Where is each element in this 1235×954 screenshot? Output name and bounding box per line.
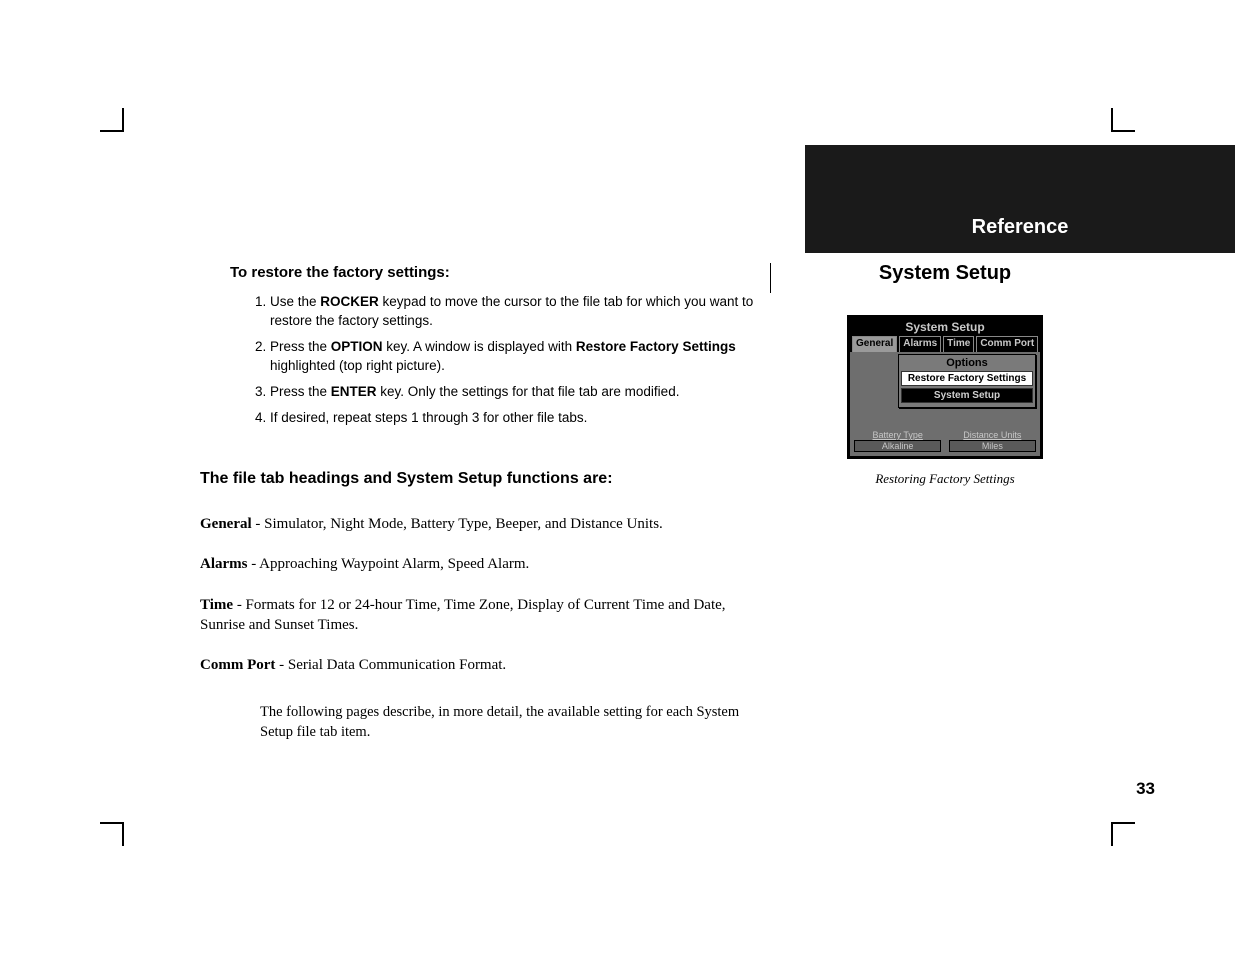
popup-title: Options [901,357,1033,369]
distance-units-label: Distance Units [949,430,1036,440]
restore-heading: To restore the factory settings: [230,263,760,283]
popup-item-restore: Restore Factory Settings [901,371,1033,386]
device-screenshot: System Setup General Alarms Time Comm Po… [847,315,1043,459]
battery-type-value: Alkaline [854,440,941,452]
page-number: 33 [1136,779,1155,799]
alarms-label: Alarms [200,556,248,572]
crop-mark-tl [100,120,124,144]
crop-mark-br [1111,810,1135,834]
restore-steps: Use the ROCKER keypad to move the cursor… [250,293,760,427]
reference-band: Reference [805,145,1235,253]
right-column: System Setup System Setup General Alarms… [815,257,1075,487]
device-tab-general: General [852,336,897,352]
rocker-key: ROCKER [320,294,379,309]
popup-item-setup: System Setup [901,388,1033,403]
step-2: Press the OPTION key. A window is displa… [270,338,760,376]
left-column: To restore the factory settings: Use the… [200,263,760,763]
option-key: OPTION [331,339,383,354]
device-title: System Setup [850,318,1040,336]
device-popup: Options Restore Factory Settings System … [898,354,1036,408]
general-label: General [200,516,252,532]
device-tab-time: Time [943,336,974,352]
restore-factory-bold: Restore Factory Settings [576,339,736,354]
alarms-para: Alarms - Approaching Waypoint Alarm, Spe… [200,554,760,574]
crop-mark-tr [1111,120,1135,144]
screenshot-caption: Restoring Factory Settings [815,471,1075,487]
device-body: Simulat On Beeper Key a Options Restore … [850,352,1040,430]
column-divider [770,263,771,293]
section-title: System Setup [815,262,1075,285]
enter-key: ENTER [331,384,377,399]
reference-label: Reference [972,216,1069,239]
step-4: If desired, repeat steps 1 through 3 for… [270,409,760,428]
time-label: Time [200,597,233,613]
tabs-heading: The file tab headings and System Setup f… [200,468,760,490]
general-para: General - Simulator, Night Mode, Battery… [200,514,760,534]
comm-label: Comm Port [200,657,275,673]
device-tabbar: General Alarms Time Comm Port [850,336,1040,352]
battery-type-label: Battery Type [854,430,941,440]
device-tab-alarms: Alarms [899,336,941,352]
device-tab-commport: Comm Port [976,336,1038,352]
device-bottom: Battery Type Alkaline Distance Units Mil… [850,430,1040,456]
comm-para: Comm Port - Serial Data Communication Fo… [200,655,760,675]
crop-mark-bl [100,810,124,834]
time-para: Time - Formats for 12 or 24-hour Time, T… [200,595,760,636]
step-1: Use the ROCKER keypad to move the cursor… [270,293,760,331]
step-3: Press the ENTER key. Only the settings f… [270,383,760,402]
distance-units-value: Miles [949,440,1036,452]
page: Reference System Setup System Setup Gene… [200,145,1115,809]
closing-text: The following pages describe, in more de… [260,703,760,742]
